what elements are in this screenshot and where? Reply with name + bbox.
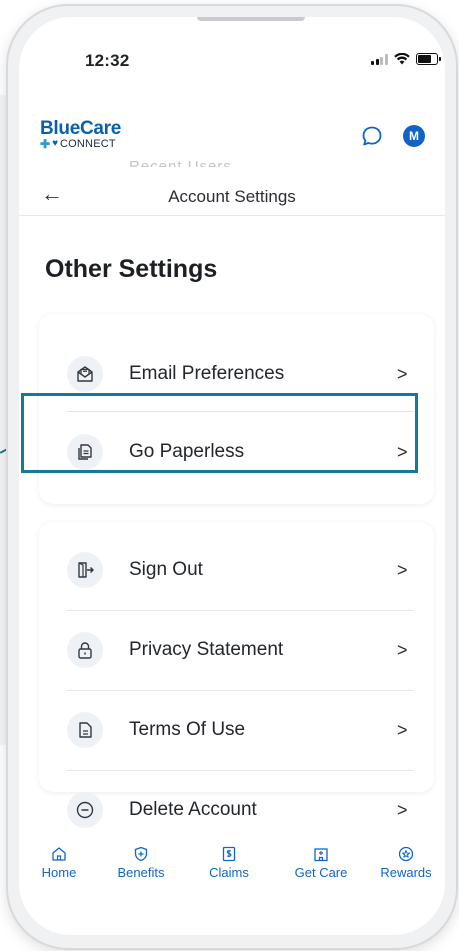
settings-card-account: Sign Out > Privacy Statement > Terms Of … (39, 522, 434, 792)
nav-bar: ← Account Settings (19, 175, 445, 216)
battery-icon (415, 53, 441, 65)
row-label: Privacy Statement (129, 639, 284, 660)
minus-circle-icon (76, 801, 94, 819)
divider (67, 770, 413, 771)
home-icon (52, 847, 66, 861)
page-title: Account Settings (168, 187, 296, 206)
status-bar: 12:32 (19, 17, 445, 87)
shield-plus-icon (134, 846, 148, 862)
envelope-icon (77, 366, 93, 382)
avatar[interactable]: M (403, 125, 425, 147)
row-label: Terms Of Use (129, 719, 246, 740)
status-time: 12:32 (85, 51, 130, 70)
hospital-icon (314, 848, 328, 862)
row-label: Email Preferences (129, 363, 285, 384)
privacy-statement-row[interactable]: Privacy Statement > (39, 612, 434, 688)
status-icons (371, 53, 441, 65)
chevron-right-icon: > (397, 799, 408, 820)
delete-account-row[interactable]: Delete Account > (39, 772, 434, 848)
tab-home[interactable]: Home (19, 845, 99, 880)
tab-get-care[interactable]: Get Care (281, 845, 361, 880)
sign-out-icon (78, 562, 94, 578)
dollar-document-icon (222, 846, 236, 862)
file-text-icon (79, 722, 92, 738)
go-paperless-highlight (21, 393, 418, 473)
chat-bubble-icon[interactable] (361, 125, 383, 147)
chevron-right-icon: > (397, 719, 408, 740)
tab-claims[interactable]: Claims (189, 845, 269, 880)
bottom-tab-bar: Home Benefits Claims Get Care Rewards (19, 845, 445, 905)
tab-rewards[interactable]: Rewards (366, 845, 445, 880)
cross-icon: ✚ (40, 137, 51, 151)
chevron-right-icon: > (397, 363, 408, 384)
row-label: Delete Account (129, 799, 257, 820)
lock-icon (78, 642, 92, 659)
terms-of-use-row[interactable]: Terms Of Use > (39, 692, 434, 768)
chevron-right-icon: > (397, 559, 408, 580)
phone-screen: 12:32 BlueCare ✚ ♥ CONNECT M Recent User… (19, 17, 445, 935)
logo-subtitle: CONNECT (60, 138, 116, 150)
chevron-right-icon: > (397, 639, 408, 660)
shield-icon: ♥ (52, 138, 58, 149)
section-title: Other Settings (45, 255, 218, 283)
tab-benefits[interactable]: Benefits (101, 845, 181, 880)
app-header: BlueCare ✚ ♥ CONNECT M (19, 115, 445, 155)
wifi-icon (393, 53, 410, 65)
phone-frame: 12:32 BlueCare ✚ ♥ CONNECT M Recent User… (6, 4, 458, 950)
star-badge-icon (398, 846, 414, 862)
cellular-signal-icon (371, 53, 388, 65)
logo-wordmark: BlueCare (40, 118, 122, 139)
bluecare-logo[interactable]: BlueCare ✚ ♥ CONNECT (40, 119, 121, 150)
divider (67, 690, 413, 691)
row-label: Sign Out (129, 559, 203, 580)
scrolled-faded-text: Recent Users (129, 158, 232, 167)
divider (67, 610, 413, 611)
sign-out-row[interactable]: Sign Out > (39, 532, 434, 608)
